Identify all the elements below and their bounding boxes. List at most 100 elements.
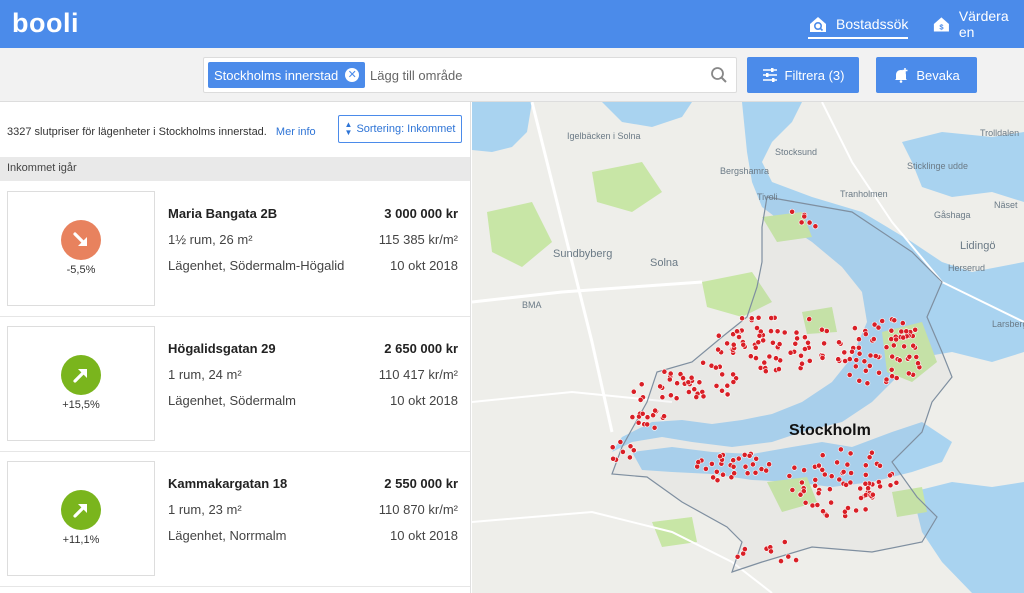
sold-price-dot[interactable]: [867, 352, 874, 359]
sold-price-dot[interactable]: [719, 371, 726, 378]
sold-price-dot[interactable]: [753, 455, 760, 462]
sold-price-dot[interactable]: [685, 389, 692, 395]
sold-price-dot[interactable]: [915, 360, 921, 367]
sold-price-dot[interactable]: [741, 546, 748, 552]
listing-address[interactable]: Maria Bangata 2B: [168, 206, 277, 221]
sold-price-dot[interactable]: [883, 376, 890, 383]
listing-card[interactable]: -5,5% Maria Bangata 2B 3 000 000 kr 1½ r…: [0, 182, 470, 317]
sold-price-dot[interactable]: [724, 391, 731, 398]
sold-price-dot[interactable]: [801, 346, 808, 352]
sold-price-dot[interactable]: [856, 336, 862, 343]
sold-price-dot[interactable]: [802, 499, 809, 506]
sold-price-dot[interactable]: [775, 366, 782, 372]
sold-price-dot[interactable]: [852, 363, 859, 370]
sold-price-dot[interactable]: [696, 379, 703, 386]
sold-price-dot[interactable]: [845, 505, 851, 511]
sold-price-dot[interactable]: [744, 470, 751, 477]
sold-price-dot[interactable]: [781, 329, 788, 336]
sold-price-dot[interactable]: [740, 341, 747, 348]
sold-price-dot[interactable]: [912, 326, 919, 333]
results-map[interactable]: Igelbäcken i Solna Stocksund Bergshamra …: [472, 102, 1024, 593]
sold-price-dot[interactable]: [836, 339, 842, 346]
sold-price-dot[interactable]: [900, 334, 907, 341]
sold-price-dot[interactable]: [753, 355, 759, 361]
sold-price-dot[interactable]: [805, 339, 811, 346]
sold-price-dot[interactable]: [766, 353, 773, 360]
sold-price-dot[interactable]: [819, 466, 826, 473]
sold-price-dot[interactable]: [866, 362, 873, 369]
sold-price-dot[interactable]: [746, 452, 753, 459]
watch-button[interactable]: Bevaka: [876, 57, 977, 93]
sold-price-dot[interactable]: [776, 341, 783, 347]
sold-price-dot[interactable]: [724, 340, 730, 347]
sold-price-dot[interactable]: [786, 473, 793, 479]
sold-price-dot[interactable]: [847, 450, 854, 457]
sold-price-dot[interactable]: [801, 467, 807, 473]
sold-price-dot[interactable]: [752, 469, 759, 476]
sold-price-dot[interactable]: [644, 414, 651, 421]
sold-price-dot[interactable]: [851, 325, 858, 331]
sold-price-dot[interactable]: [736, 334, 742, 340]
sold-price-dot[interactable]: [667, 392, 674, 399]
sold-price-dot[interactable]: [691, 386, 698, 393]
sold-price-dot[interactable]: [806, 219, 813, 226]
sold-price-dot[interactable]: [693, 394, 700, 400]
sold-price-dot[interactable]: [862, 367, 869, 374]
sold-price-dot[interactable]: [626, 454, 633, 461]
sold-price-dot[interactable]: [752, 344, 759, 351]
sold-price-dot[interactable]: [789, 487, 796, 493]
sold-price-dot[interactable]: [768, 328, 774, 334]
sold-price-dot[interactable]: [700, 393, 707, 400]
booli-logo[interactable]: booli: [12, 8, 79, 39]
filter-button[interactable]: Filtrera (3): [747, 57, 859, 93]
sold-price-dot[interactable]: [787, 349, 794, 356]
sold-price-dot[interactable]: [794, 335, 800, 342]
sold-price-dot[interactable]: [862, 331, 869, 337]
sold-price-dot[interactable]: [730, 457, 737, 464]
sold-price-dot[interactable]: [812, 482, 818, 489]
sold-price-dot[interactable]: [844, 461, 851, 468]
sold-price-dot[interactable]: [769, 339, 776, 346]
sold-price-dot[interactable]: [846, 371, 853, 378]
sold-price-dot[interactable]: [617, 439, 624, 445]
sold-price-dot[interactable]: [747, 353, 754, 360]
sold-price-dot[interactable]: [814, 502, 821, 508]
sold-price-dot[interactable]: [879, 318, 886, 324]
sold-price-dot[interactable]: [739, 315, 745, 322]
sold-price-dot[interactable]: [734, 328, 740, 335]
sold-price-dot[interactable]: [801, 334, 808, 341]
sold-price-dot[interactable]: [877, 462, 883, 469]
sold-price-dot[interactable]: [695, 459, 702, 465]
sold-price-dot[interactable]: [812, 476, 819, 483]
sold-price-dot[interactable]: [756, 332, 763, 339]
sold-price-dot[interactable]: [713, 468, 720, 475]
sold-price-dot[interactable]: [609, 444, 616, 451]
sold-price-dot[interactable]: [793, 557, 799, 563]
sold-price-dot[interactable]: [766, 461, 772, 468]
sold-price-dot[interactable]: [903, 328, 910, 335]
sold-price-dot[interactable]: [730, 341, 737, 348]
listing-address[interactable]: Högalidsgatan 29: [168, 341, 276, 356]
remove-chip-icon[interactable]: ✕: [345, 68, 360, 82]
sold-price-dot[interactable]: [666, 376, 673, 383]
search-icon[interactable]: [710, 66, 728, 84]
sold-price-dot[interactable]: [883, 344, 890, 351]
sold-price-dot[interactable]: [610, 455, 616, 462]
sold-price-dot[interactable]: [806, 316, 813, 322]
sold-price-dot[interactable]: [735, 455, 742, 462]
sold-price-dot[interactable]: [862, 462, 869, 469]
sold-price-dot[interactable]: [639, 410, 646, 417]
sold-price-dot[interactable]: [820, 508, 826, 515]
sold-price-dot[interactable]: [798, 352, 804, 359]
sold-price-dot[interactable]: [778, 558, 784, 564]
sold-price-dot[interactable]: [730, 463, 737, 470]
sold-price-dot[interactable]: [781, 539, 788, 545]
sold-price-dot[interactable]: [749, 461, 756, 468]
sold-price-dot[interactable]: [889, 353, 896, 360]
sold-price-dot[interactable]: [774, 328, 781, 335]
sold-price-dot[interactable]: [792, 340, 799, 347]
sold-price-dot[interactable]: [768, 315, 775, 321]
sold-price-dot[interactable]: [712, 364, 719, 371]
sold-price-dot[interactable]: [651, 424, 658, 431]
sold-price-dot[interactable]: [748, 315, 755, 322]
